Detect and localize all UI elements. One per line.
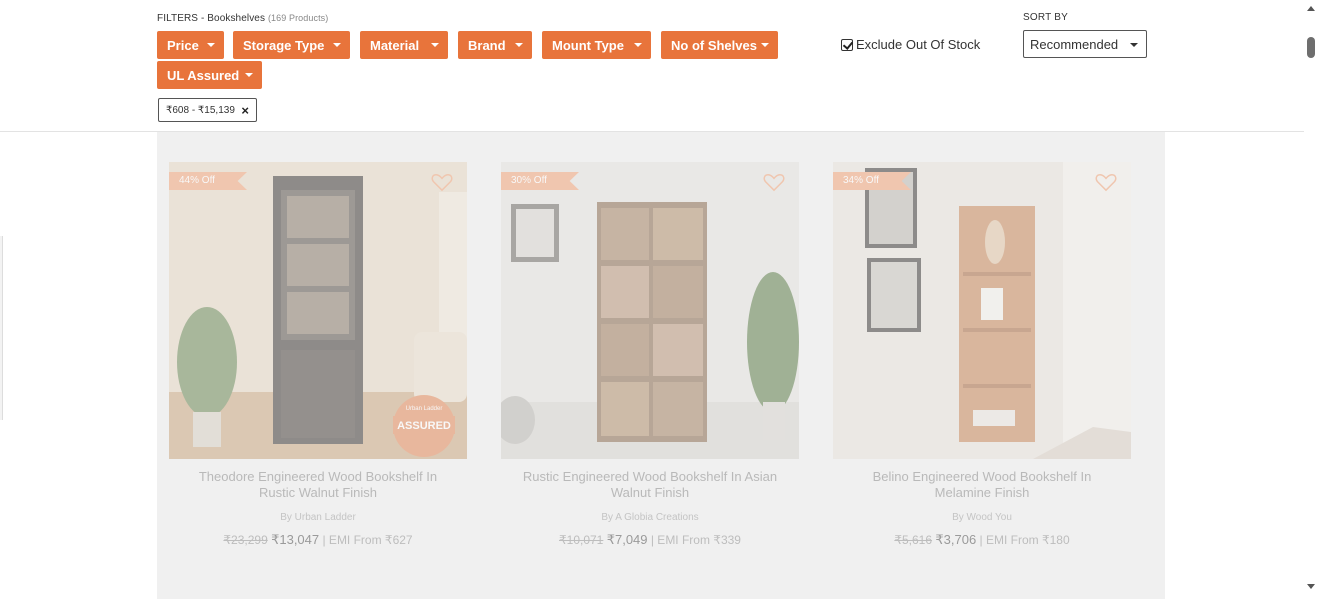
heart-icon[interactable] — [1095, 172, 1117, 192]
exclude-out-of-stock-label: Exclude Out Of Stock — [856, 37, 981, 52]
filter-chip-label: Brand — [468, 37, 506, 53]
side-panel-edge — [0, 236, 3, 420]
product-emi: | EMI From ₹180 — [979, 533, 1070, 547]
caret-down-icon — [245, 73, 253, 77]
filter-chip-label: No of Shelves — [671, 37, 757, 53]
applied-filter-price-range: ₹608 - ₹15,139 × — [158, 98, 257, 122]
filter-chip-mount-type[interactable]: Mount Type — [542, 31, 651, 59]
product-brand: By Wood You — [952, 512, 1012, 523]
product-image[interactable]: 30% Off — [501, 162, 799, 459]
product-mrp: ₹5,616 — [894, 533, 933, 547]
filter-chip-storage-type[interactable]: Storage Type — [233, 31, 350, 59]
discount-badge: 44% Off — [169, 172, 247, 190]
filter-chip-label: Price — [167, 37, 199, 53]
product-title[interactable]: Rustic Engineered Wood Bookshelf In Asia… — [501, 469, 799, 501]
scrollbar-thumb[interactable] — [1307, 37, 1315, 58]
product-card[interactable]: 34% Off Belino Engineered Wood Bookshelf… — [833, 162, 1131, 548]
filter-chip-no-of-shelves[interactable]: No of Shelves — [661, 31, 778, 59]
product-brand: By A Globia Creations — [601, 512, 699, 523]
product-sale-price: ₹3,706 — [935, 532, 977, 547]
filter-chip-material[interactable]: Material — [360, 31, 448, 59]
product-mrp: ₹10,071 — [559, 533, 604, 547]
product-image[interactable]: 34% Off — [833, 162, 1131, 459]
bookshelf-image — [833, 162, 1131, 459]
product-price: ₹5,616 ₹3,706 | EMI From ₹180 — [833, 532, 1131, 548]
product-emi: | EMI From ₹339 — [650, 533, 741, 547]
close-icon[interactable]: × — [241, 103, 249, 118]
product-sale-price: ₹13,047 — [271, 532, 320, 547]
caret-down-icon — [515, 43, 523, 47]
product-title[interactable]: Belino Engineered Wood Bookshelf In Mela… — [833, 469, 1131, 501]
filters-title: FILTERS - Bookshelves (169 Products) — [157, 13, 328, 24]
filter-chip-brand[interactable]: Brand — [458, 31, 532, 59]
scroll-up-icon[interactable] — [1307, 6, 1315, 11]
caret-down-icon — [207, 43, 215, 47]
svg-text:ASSURED: ASSURED — [397, 420, 451, 432]
page-scrollbar[interactable] — [1304, 0, 1318, 599]
sort-value: Recommended — [1030, 36, 1119, 52]
sort-select[interactable]: Recommended — [1023, 30, 1147, 58]
filters-label: FILTERS - Bookshelves — [157, 13, 266, 24]
product-price: ₹23,299 ₹13,047 | EMI From ₹627 — [169, 532, 467, 548]
svg-text:Urban Ladder: Urban Ladder — [406, 406, 443, 412]
bookshelf-image — [501, 162, 799, 459]
filter-chip-price[interactable]: Price — [157, 31, 224, 59]
exclude-out-of-stock-checkbox[interactable] — [841, 38, 853, 51]
filter-chip-label: Material — [370, 37, 420, 53]
discount-badge: 34% Off — [833, 172, 911, 190]
product-count: (169 Products) — [267, 13, 329, 23]
product-title[interactable]: Theodore Engineered Wood Bookshelf In Ru… — [169, 469, 467, 501]
filters-header: FILTERS - Bookshelves (169 Products) Pri… — [0, 0, 1304, 132]
product-card[interactable]: 30% Off Rustic Engineered Wood Bookshelf… — [501, 162, 799, 548]
product-price: ₹10,071 ₹7,049 | EMI From ₹339 — [501, 532, 799, 548]
discount-badge: 30% Off — [501, 172, 579, 190]
heart-icon[interactable] — [763, 172, 785, 192]
exclude-out-of-stock[interactable]: Exclude Out Of Stock — [841, 37, 980, 52]
sort-label: SORT BY — [1023, 12, 1068, 23]
product-mrp: ₹23,299 — [223, 533, 268, 547]
caret-down-icon — [761, 43, 769, 47]
filter-chip-ul-assured[interactable]: UL Assured — [157, 61, 262, 89]
filter-chip-label: UL Assured — [167, 67, 240, 83]
scroll-down-icon[interactable] — [1307, 584, 1315, 589]
caret-down-icon — [333, 43, 341, 47]
product-emi: | EMI From ₹627 — [322, 533, 413, 547]
caret-down-icon — [1130, 43, 1138, 47]
product-sale-price: ₹7,049 — [606, 532, 648, 547]
heart-icon[interactable] — [431, 172, 453, 192]
bookshelf-image: ASSURED Urban Ladder — [169, 162, 467, 459]
filter-chip-label: Mount Type — [552, 37, 624, 53]
product-card[interactable]: ASSURED Urban Ladder 44% Off Theodore En… — [169, 162, 467, 548]
caret-down-icon — [634, 43, 642, 47]
filter-chip-label: Storage Type — [243, 37, 325, 53]
product-image[interactable]: ASSURED Urban Ladder 44% Off — [169, 162, 467, 459]
product-grid: ASSURED Urban Ladder 44% Off Theodore En… — [157, 132, 1165, 599]
product-brand: By Urban Ladder — [280, 512, 356, 523]
applied-filter-label: ₹608 - ₹15,139 — [166, 104, 235, 116]
caret-down-icon — [431, 43, 439, 47]
